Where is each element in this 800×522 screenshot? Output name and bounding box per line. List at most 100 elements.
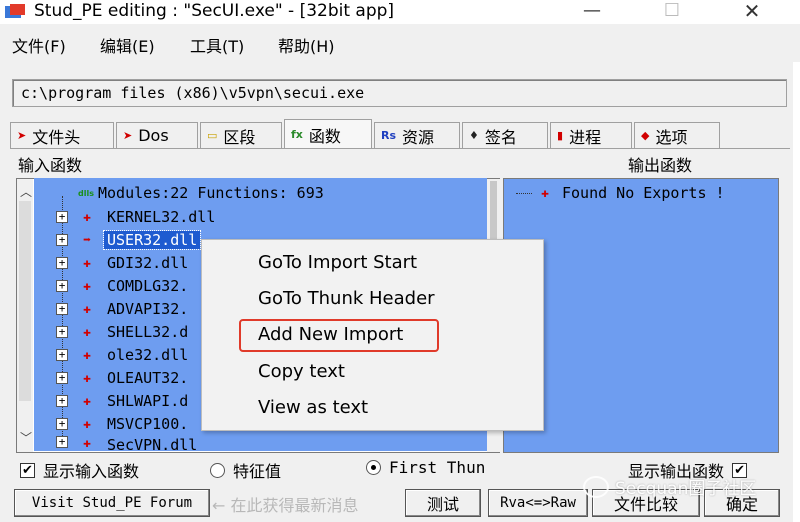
scroll-thumb[interactable]: [19, 201, 31, 401]
list-item[interactable]: + ✚ COMDLG32.: [56, 275, 191, 297]
list-item[interactable]: + ✚ MSVCP100.: [56, 413, 191, 435]
module-name: ADVAPI32.: [107, 300, 189, 318]
menu-item-goto-import-start[interactable]: GoTo Import Start: [258, 252, 417, 273]
expand-icon[interactable]: +: [56, 280, 68, 292]
exports-message: Found No Exports !: [562, 184, 725, 202]
list-item[interactable]: + ✚ OLEAUT32.: [56, 367, 191, 389]
pin-icon: ♦: [469, 129, 479, 142]
expand-icon[interactable]: +: [56, 418, 68, 430]
list-item[interactable]: + ✚ KERNEL32.dll: [56, 206, 218, 228]
tab-functions[interactable]: fx 函数: [284, 119, 372, 149]
options-icon: ◆: [641, 129, 650, 142]
forum-button[interactable]: Visit Stud_PE Forum: [14, 489, 210, 517]
module-icon: ✚: [83, 370, 91, 386]
list-item[interactable]: + ✚ GDI32.dll: [56, 252, 191, 274]
menu-item-copy-text[interactable]: Copy text: [258, 361, 345, 382]
scroll-down-icon[interactable]: ﹀: [20, 429, 32, 446]
signature-option[interactable]: 特征值: [210, 458, 281, 482]
tab-process[interactable]: ▮ 进程: [550, 122, 632, 148]
module-name: SecVPN.dll: [107, 436, 198, 450]
list-item[interactable]: + ✚ ole32.dll: [56, 344, 191, 366]
module-icon: ✚: [83, 301, 91, 317]
first-thunk-radio[interactable]: [366, 460, 381, 475]
modules-summary: Modules:22 Functions: 693: [97, 184, 324, 202]
minimize-button[interactable]: —: [570, 0, 614, 24]
context-menu: GoTo Import Start GoTo Thunk Header Add …: [201, 239, 544, 431]
expand-icon[interactable]: +: [56, 436, 68, 448]
section-icon: ▭: [207, 129, 218, 142]
menu-item-goto-thunk-header[interactable]: GoTo Thunk Header: [258, 288, 435, 309]
list-item[interactable]: + ✚ ADVAPI32.: [56, 298, 191, 320]
menu-tools[interactable]: 工具(T): [190, 33, 244, 57]
module-icon: ✚: [83, 393, 91, 409]
module-icon: ✚: [83, 324, 91, 340]
import-scrollbar[interactable]: ︿ ﹀: [17, 179, 33, 452]
module-icon: ✚: [83, 436, 91, 450]
signature-radio[interactable]: [210, 462, 225, 478]
rs-icon: Rs: [381, 129, 397, 142]
list-item[interactable]: + ➡ USER32.dll: [56, 229, 202, 251]
forum-hint: ← 在此获得最新消息: [212, 496, 359, 515]
scroll-up-icon[interactable]: ︿: [20, 183, 32, 200]
export-list[interactable]: [503, 178, 779, 453]
menu-help[interactable]: 帮助(H): [278, 33, 335, 57]
tree-connector: [516, 192, 532, 194]
module-icon: ✚: [83, 209, 91, 225]
tab-label: 签名: [484, 127, 517, 147]
import-header: 输入函数: [18, 156, 83, 175]
list-item[interactable]: + ✚ SecVPN.dll: [56, 436, 200, 450]
tab-label: Dos: [138, 126, 169, 145]
export-item[interactable]: ✚ Found No Exports !: [516, 184, 725, 202]
module-name: GDI32.dll: [107, 254, 189, 272]
tab-label: 资源: [402, 127, 435, 147]
window-edge: [793, 62, 800, 522]
tab-options[interactable]: ◆ 选项: [634, 122, 720, 148]
tab-signature[interactable]: ♦ 签名: [462, 122, 548, 148]
file-path-field[interactable]: c:\program files (x86)\v5vpn\secui.exe: [12, 79, 787, 107]
menu-edit[interactable]: 编辑(E): [100, 33, 155, 57]
red-arrow-icon: ➤: [123, 129, 133, 142]
maximize-button[interactable]: ☐: [650, 0, 694, 24]
expand-icon[interactable]: +: [56, 303, 68, 315]
expand-icon[interactable]: +: [56, 234, 68, 246]
rva-raw-button[interactable]: Rva<=>Raw: [488, 489, 588, 517]
highlight-box: [239, 319, 439, 352]
first-thunk-option[interactable]: First Thun: [366, 458, 485, 477]
menu-file[interactable]: 文件(F): [12, 33, 66, 57]
module-name: KERNEL32.dll: [107, 208, 216, 226]
expand-icon[interactable]: +: [56, 349, 68, 361]
expand-icon[interactable]: +: [56, 326, 68, 338]
expand-icon[interactable]: +: [56, 372, 68, 384]
test-button[interactable]: 测试: [405, 489, 481, 517]
signature-label: 特征值: [233, 462, 282, 481]
expand-icon[interactable]: +: [56, 257, 68, 269]
module-icon: ✚: [83, 278, 91, 294]
app-icon: [5, 4, 25, 18]
show-imports-checkbox[interactable]: ✔: [20, 462, 35, 478]
import-tree-root[interactable]: dlls Modules:22 Functions: 693: [78, 184, 324, 202]
close-button[interactable]: ✕: [730, 0, 774, 24]
tab-dos[interactable]: ➤ Dos: [116, 122, 198, 148]
tab-label: 进程: [569, 127, 602, 147]
module-icon: ✚: [83, 416, 91, 432]
menu-item-view-as-text[interactable]: View as text: [258, 397, 368, 418]
tab-sections[interactable]: ▭ 区段: [200, 122, 282, 148]
expand-icon[interactable]: +: [56, 395, 68, 407]
watermark: Secquan圈子社区: [583, 474, 756, 499]
list-item[interactable]: + ✚ SHLWAPI.d: [56, 390, 191, 412]
tab-resources[interactable]: Rs 资源: [374, 122, 460, 148]
module-icon: ✚: [83, 255, 91, 271]
tab-bar: ➤ 文件头 ➤ Dos ▭ 区段 fx 函数 Rs 资源 ♦ 签名 ▮ 进程 ◆…: [10, 119, 790, 149]
watermark-text: Secquan圈子社区: [615, 479, 757, 499]
title-bar: Stud_PE editing : "SecUI.exe" - [32bit a…: [0, 0, 800, 24]
module-icon: ✚: [83, 347, 91, 363]
tab-file-header[interactable]: ➤ 文件头: [10, 122, 114, 148]
list-item[interactable]: + ✚ SHELL32.d: [56, 321, 191, 343]
expand-icon[interactable]: +: [56, 211, 68, 223]
module-name: OLEAUT32.: [107, 369, 189, 387]
module-name: SHELL32.d: [107, 323, 189, 341]
show-imports-option[interactable]: ✔ 显示输入函数: [20, 458, 139, 482]
window-title: Stud_PE editing : "SecUI.exe" - [32bit a…: [34, 1, 395, 21]
tab-label: 文件头: [32, 127, 81, 147]
module-name: COMDLG32.: [107, 277, 189, 295]
